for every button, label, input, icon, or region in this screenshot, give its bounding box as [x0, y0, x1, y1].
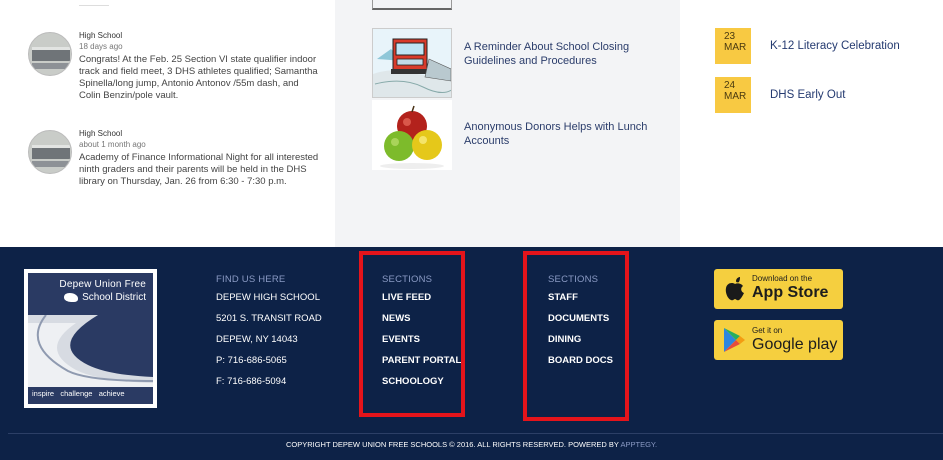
link-staff[interactable]: STAFF	[548, 287, 613, 308]
district-logo[interactable]: Depew Union Free School District inspire…	[24, 269, 157, 408]
news-item[interactable]: A Reminder About School Closing Guidelin…	[372, 28, 672, 98]
feed-source: High School	[79, 129, 123, 138]
event-day: 24	[724, 80, 736, 91]
feed-item[interactable]: High School about 1 month ago Academy of…	[28, 128, 328, 218]
app-store-button[interactable]: Download on the App Store	[714, 269, 843, 309]
news-thumbnail-bus	[372, 28, 452, 98]
find-us-column: FIND US HERE DEPEW HIGH SCHOOL 5201 S. T…	[216, 273, 322, 392]
powered-by-link[interactable]: APPTEGY.	[620, 440, 657, 449]
sections-heading: SECTIONS	[548, 274, 599, 285]
link-schoology[interactable]: SCHOOLOGY	[382, 371, 461, 392]
event-item[interactable]: 23 MAR K-12 Literacy Celebration	[715, 28, 935, 64]
news-thumbnail-apples	[372, 100, 452, 170]
feed-body: Congrats! At the Feb. 25 Section VI stat…	[79, 54, 318, 101]
logo-line2: School District	[82, 292, 146, 303]
news-title[interactable]: Anonymous Donors Helps with Lunch Accoun…	[464, 120, 654, 148]
news-item[interactable]: Anonymous Donors Helps with Lunch Accoun…	[372, 100, 672, 170]
event-day: 23	[724, 31, 736, 42]
link-events[interactable]: EVENTS	[382, 329, 461, 350]
event-month: MAR	[724, 42, 747, 53]
fax-number: F: 716-686-5094	[216, 376, 287, 387]
event-title[interactable]: DHS Early Out	[770, 89, 845, 101]
apple-icon	[725, 277, 744, 301]
address-city: DEPEW, NY 14043	[216, 334, 298, 345]
logo-tagline: inspire challenge achieve	[32, 389, 125, 398]
link-parent-portal[interactable]: PARENT PORTAL	[382, 350, 461, 371]
news-title[interactable]: A Reminder About School Closing Guidelin…	[464, 40, 654, 68]
road-graphic	[28, 315, 153, 387]
feed-timestamp: 18 days ago	[79, 42, 123, 51]
avatar	[28, 130, 72, 174]
google-play-small: Get it on	[752, 326, 783, 335]
google-play-icon	[724, 328, 745, 352]
content-area: High School 18 days ago Congrats! At the…	[0, 0, 943, 247]
logo-line1: Depew Union Free	[59, 279, 146, 290]
link-dining[interactable]: DINING	[548, 329, 613, 350]
google-play-button[interactable]: Get it on Google play	[714, 320, 843, 360]
feed-timestamp: about 1 month ago	[79, 140, 146, 149]
event-item[interactable]: 24 MAR DHS Early Out	[715, 77, 935, 113]
sections-heading: SECTIONS	[382, 274, 433, 285]
event-date-badge: 23 MAR	[715, 28, 751, 64]
address-street: 5201 S. TRANSIT ROAD	[216, 313, 322, 324]
find-us-heading: FIND US HERE	[216, 274, 286, 285]
feed-item[interactable]: High School 18 days ago Congrats! At the…	[28, 30, 328, 120]
copyright-text: COPYRIGHT DEPEW UNION FREE SCHOOLS © 201…	[285, 440, 619, 449]
google-play-big: Google play	[752, 336, 838, 353]
sections-column-1: SECTIONS LIVE FEED NEWS EVENTS PARENT PO…	[382, 273, 461, 392]
event-month: MAR	[724, 91, 747, 102]
link-documents[interactable]: DOCUMENTS	[548, 308, 613, 329]
feed-cutoff	[79, 0, 109, 6]
phone-number[interactable]: P: 716-686-5065	[216, 350, 322, 371]
feed-body: Academy of Finance Informational Night f…	[79, 152, 319, 187]
app-store-small: Download on the	[752, 274, 813, 283]
feed-source: High School	[79, 31, 123, 40]
copyright-line: COPYRIGHT DEPEW UNION FREE SCHOOLS © 201…	[0, 440, 943, 449]
site-footer: Depew Union Free School District inspire…	[0, 247, 943, 460]
footer-divider	[8, 433, 943, 434]
link-live-feed[interactable]: LIVE FEED	[382, 287, 461, 308]
news-cutoff-thumb	[372, 0, 452, 10]
link-board-docs[interactable]: BOARD DOCS	[548, 350, 613, 371]
event-date-badge: 24 MAR	[715, 77, 751, 113]
event-title[interactable]: K-12 Literacy Celebration	[770, 40, 900, 52]
app-store-big: App Store	[752, 284, 829, 301]
avatar	[28, 32, 72, 76]
address-school: DEPEW HIGH SCHOOL	[216, 292, 320, 303]
sections-column-2: SECTIONS STAFF DOCUMENTS DINING BOARD DO…	[548, 273, 613, 371]
link-news[interactable]: NEWS	[382, 308, 461, 329]
